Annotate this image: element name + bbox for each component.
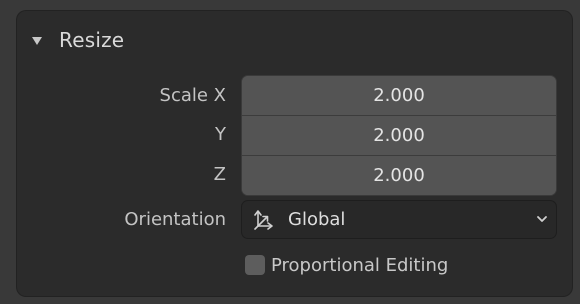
scale-x-label: Scale X bbox=[159, 85, 226, 106]
proportional-editing-toggle[interactable]: Proportional Editing bbox=[245, 253, 448, 277]
resize-panel: Resize Scale X Y Z 2.000 2.000 2.000 Ori… bbox=[17, 11, 572, 296]
scale-field-group: 2.000 2.000 2.000 bbox=[242, 76, 556, 195]
chevron-down-icon bbox=[537, 216, 547, 222]
orientation-dropdown[interactable]: Global bbox=[242, 201, 556, 238]
proportional-editing-checkbox[interactable] bbox=[245, 255, 265, 275]
orientation-label: Orientation bbox=[124, 209, 226, 230]
panel-header[interactable]: Resize bbox=[32, 25, 124, 55]
scale-x-field[interactable]: 2.000 bbox=[242, 76, 556, 115]
orientation-axes-icon bbox=[254, 209, 273, 230]
panel-title: Resize bbox=[59, 28, 125, 52]
orientation-value: Global bbox=[288, 209, 346, 230]
scale-z-field[interactable]: 2.000 bbox=[242, 156, 556, 195]
proportional-editing-label: Proportional Editing bbox=[271, 254, 449, 276]
scale-z-label: Z bbox=[213, 164, 226, 185]
collapse-arrow-icon[interactable] bbox=[32, 36, 42, 45]
scale-y-label: Y bbox=[215, 124, 226, 145]
scale-y-field[interactable]: 2.000 bbox=[242, 116, 556, 155]
